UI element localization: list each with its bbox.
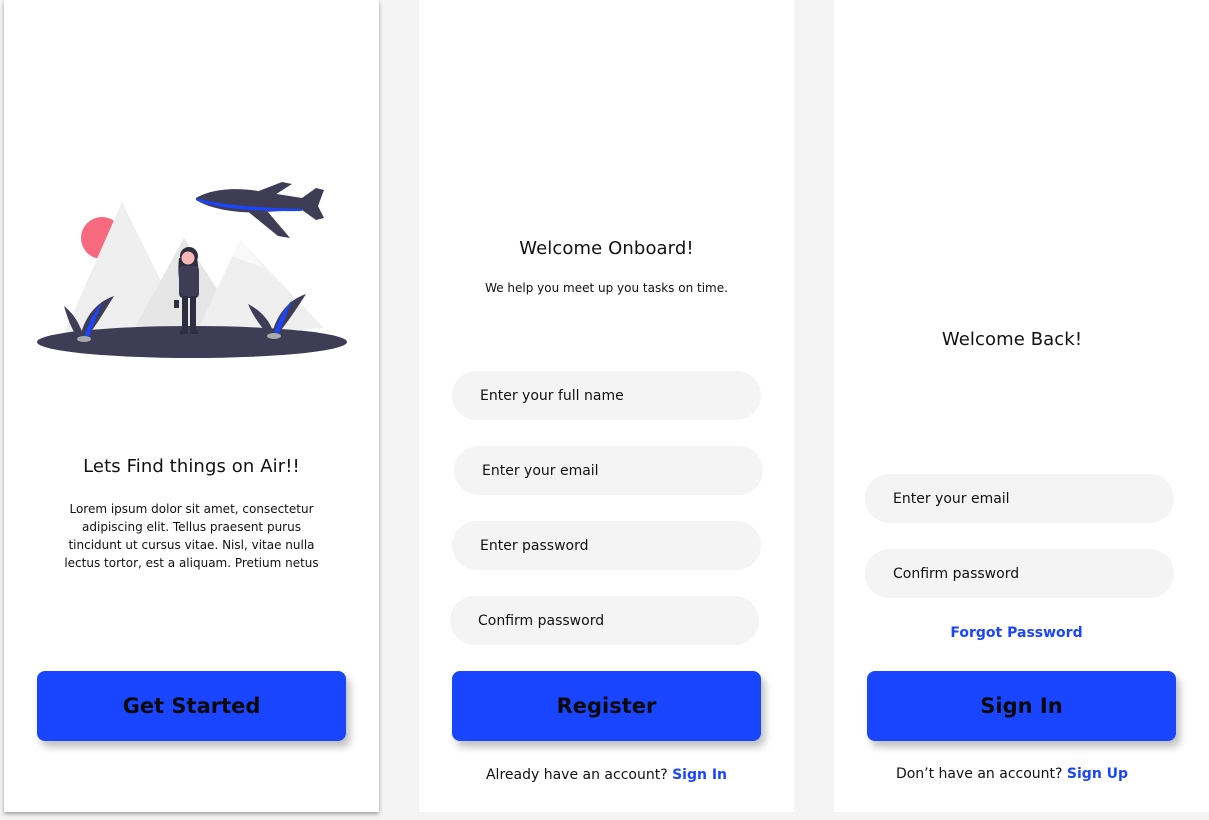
sign-up-link[interactable]: Sign Up (1067, 766, 1128, 782)
register-footer-text: Already have an account? (485, 767, 668, 783)
signin-title: Welcome Back! (941, 329, 1083, 350)
signin-screen: Welcome Back! Forgot Password Sign In Do… (834, 0, 1209, 812)
signin-footer: Don’t have an account? Sign Up (834, 766, 1190, 782)
register-footer: Already have an account? Sign In (419, 767, 794, 783)
register-button[interactable]: Register (452, 671, 761, 741)
travel-illustration (37, 182, 347, 358)
signin-footer-text: Don’t have an account? (895, 766, 1063, 782)
onboarding-title: Lets Find things on Air!! (83, 456, 300, 477)
email-field[interactable] (454, 446, 763, 495)
onboarding-screen: Lets Find things on Air!! Lorem ipsum do… (4, 0, 379, 812)
email-field[interactable] (865, 474, 1174, 523)
confirm-password-field[interactable] (450, 596, 759, 645)
register-title: Welcome Onboard! (519, 238, 694, 259)
register-subtitle: We help you meet up you tasks on time. (485, 281, 728, 295)
password-field[interactable] (865, 549, 1174, 598)
sign-in-button[interactable]: Sign In (867, 671, 1176, 741)
full-name-field[interactable] (452, 371, 761, 420)
airplane-shape (196, 182, 324, 238)
onboarding-description: Lorem ipsum dolor sit amet, consectetur … (64, 502, 319, 570)
sign-in-link[interactable]: Sign In (672, 767, 727, 783)
register-screen: Welcome Onboard! We help you meet up you… (419, 0, 794, 812)
forgot-password-link[interactable]: Forgot Password (950, 625, 1082, 641)
forgot-password-row: Forgot Password (834, 625, 1199, 641)
password-field[interactable] (452, 521, 761, 570)
get-started-button[interactable]: Get Started (37, 671, 346, 741)
